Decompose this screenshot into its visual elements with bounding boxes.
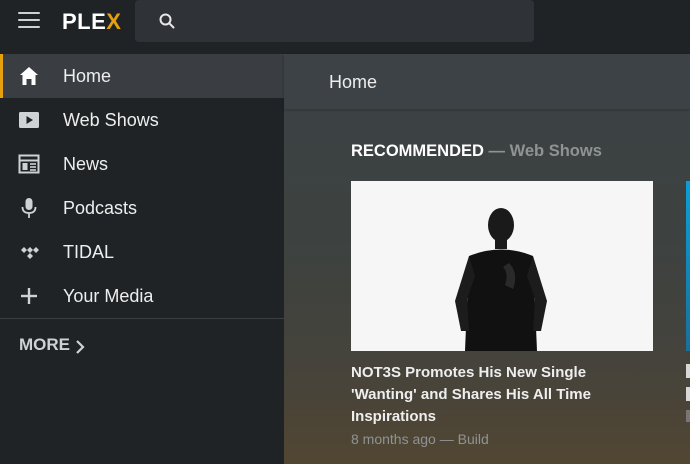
more-button[interactable]: MORE <box>0 319 284 373</box>
sidebar-item-podcasts[interactable]: Podcasts <box>0 186 284 230</box>
logo-text: PLE <box>62 9 107 34</box>
sidebar-item-label: Web Shows <box>63 110 159 130</box>
thumbnail-image <box>351 181 653 351</box>
top-bar: PLEX <box>0 0 690 43</box>
sidebar-item-label: News <box>63 154 109 174</box>
hamburger-menu-icon[interactable] <box>18 12 40 30</box>
sidebar-item-label: Podcasts <box>63 198 138 218</box>
page-title: Home <box>329 72 378 92</box>
plex-logo[interactable]: PLEX <box>62 9 121 35</box>
section-separator: — <box>483 142 510 160</box>
microphone-icon <box>21 198 37 218</box>
more-label: MORE <box>19 335 70 354</box>
tidal-icon <box>21 247 39 259</box>
sidebar-item-tidal[interactable]: TIDAL <box>0 230 284 274</box>
sidebar-item-home[interactable]: Home <box>0 54 284 98</box>
next-video-title-fragment <box>686 387 690 401</box>
chevron-right-icon <box>76 340 85 354</box>
newspaper-icon <box>18 154 40 174</box>
sidebar-item-news[interactable]: News <box>0 142 284 186</box>
section-heading[interactable]: RECOMMENDED — Web Shows <box>351 142 602 161</box>
plus-icon <box>21 288 37 304</box>
search-input[interactable] <box>183 8 517 36</box>
search-icon <box>159 13 175 29</box>
video-meta: 8 months ago — Build <box>351 431 489 447</box>
video-thumbnail[interactable] <box>351 181 653 351</box>
section-title: RECOMMENDED <box>351 142 484 160</box>
video-title[interactable]: NOT3S Promotes His New Single 'Wanting' … <box>351 362 653 428</box>
home-icon <box>20 67 38 85</box>
video-card[interactable]: NOT3S Promotes His New Single 'Wanting' … <box>351 181 653 450</box>
sidebar-item-label: Home <box>63 66 112 86</box>
sidebar: Home Web Shows News Podcasts TIDAL Your … <box>0 54 284 464</box>
play-icon <box>19 112 39 128</box>
logo-accent: X <box>106 9 122 34</box>
main-content: Home RECOMMENDED — Web Shows NOT3S Promo… <box>284 54 690 464</box>
sidebar-item-web-shows[interactable]: Web Shows <box>0 98 284 142</box>
sidebar-item-label: Your Media <box>63 286 154 306</box>
next-video-meta-fragment <box>686 410 690 422</box>
section-subtitle: Web Shows <box>509 142 602 160</box>
sidebar-item-label: TIDAL <box>63 242 115 262</box>
main-header: Home <box>284 54 690 109</box>
search-bar[interactable] <box>135 0 534 42</box>
sidebar-item-your-media[interactable]: Your Media <box>0 274 284 318</box>
next-video-title-fragment <box>686 364 690 378</box>
next-video-thumbnail[interactable] <box>686 181 690 351</box>
